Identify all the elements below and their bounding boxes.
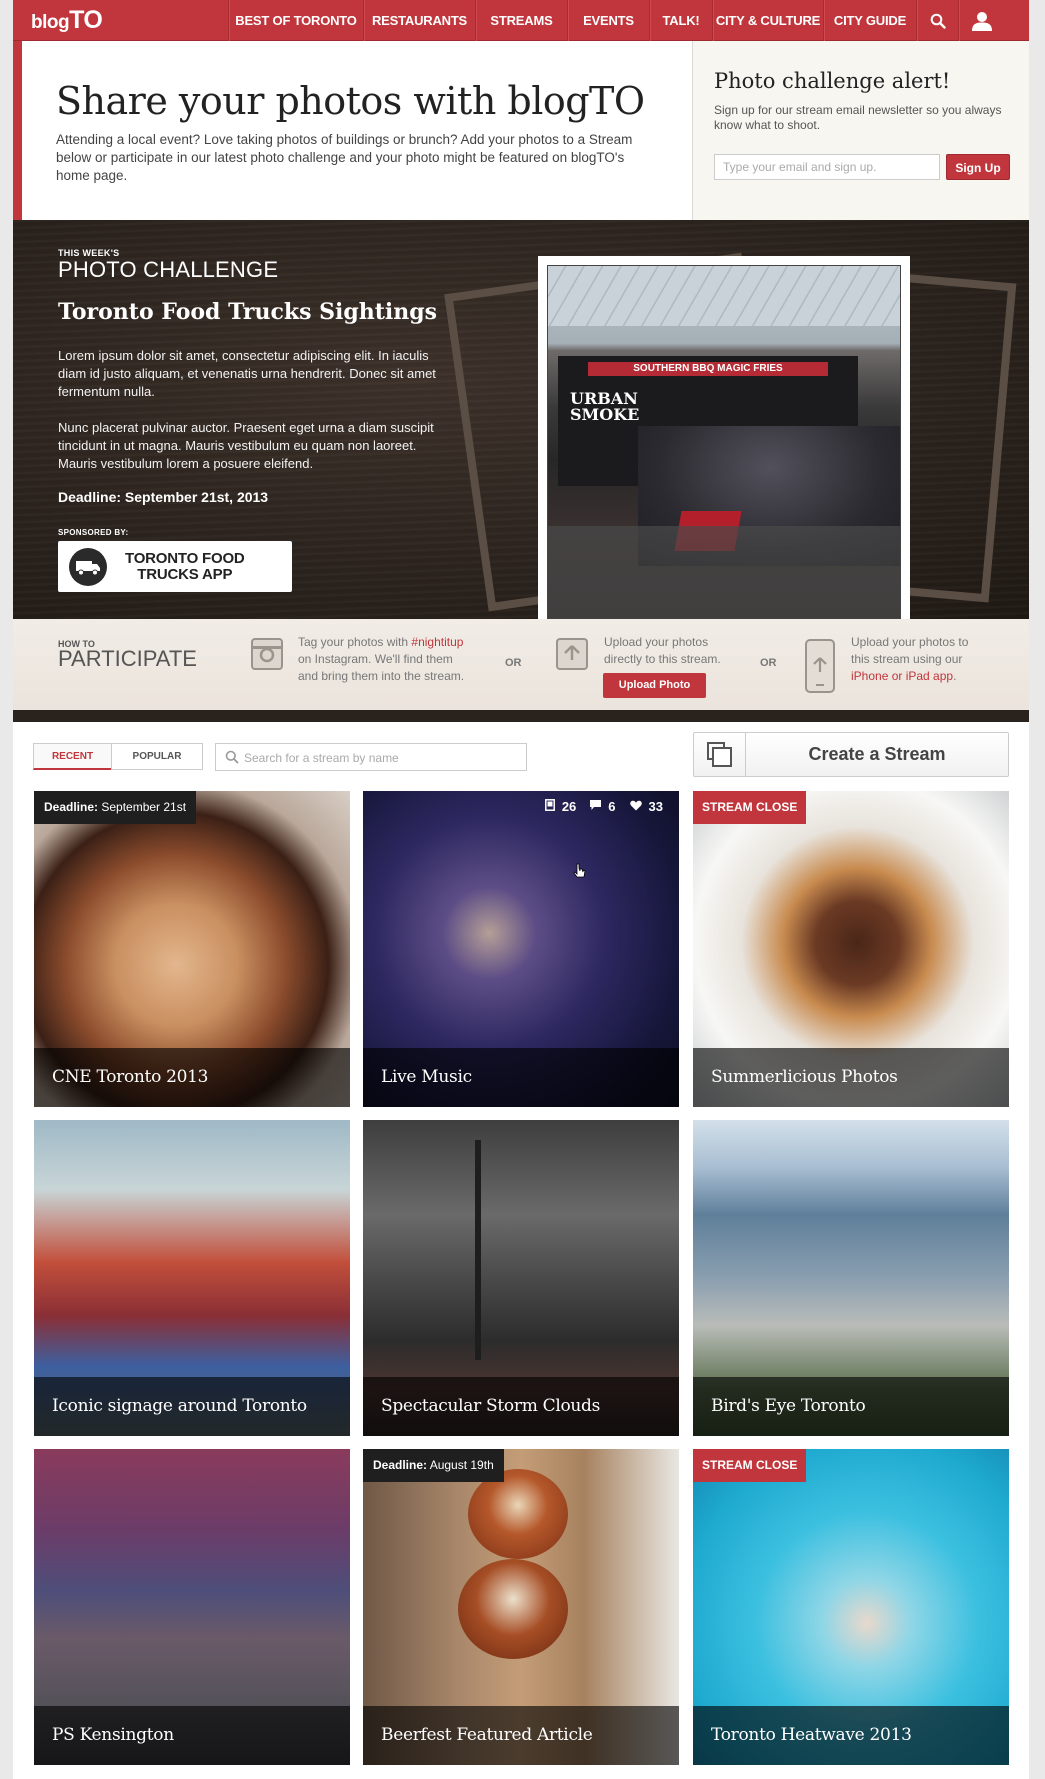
alert-title: Photo challenge alert!: [714, 69, 951, 93]
step-upload-text: Upload your photos directly to this stre…: [604, 635, 721, 666]
stream-card[interactable]: Bird's Eye Toronto: [693, 1120, 1009, 1436]
top-nav: blogTO BEST OF TORONTO RESTAURANTS STREA…: [13, 0, 1029, 41]
nav-item-talk[interactable]: TALK!: [649, 0, 712, 41]
or-separator: OR: [505, 657, 522, 669]
search-input[interactable]: Search for a stream by name: [215, 743, 527, 771]
instagram-icon: [251, 638, 283, 670]
upload-photo-button[interactable]: Upload Photo: [603, 673, 706, 698]
stream-title: Summerlicious Photos: [693, 1048, 1009, 1107]
stream-title: Spectacular Storm Clouds: [363, 1377, 679, 1436]
stream-card[interactable]: Deadline: August 19th Beerfest Featured …: [363, 1449, 679, 1765]
stream-title: Bird's Eye Toronto: [693, 1377, 1009, 1436]
stream-title: Iconic signage around Toronto: [34, 1377, 350, 1436]
participate-heading: PARTICIPATE: [58, 646, 197, 671]
heart-icon: [629, 799, 642, 814]
sponsored-by-label: SPONSORED BY:: [58, 528, 129, 537]
deadline-badge: Deadline: September 21st: [34, 791, 197, 824]
beer-glass: [458, 1559, 568, 1659]
nav-item-events[interactable]: EVENTS: [567, 0, 649, 41]
nav-item-streams[interactable]: STREAMS: [475, 0, 567, 41]
stream-card[interactable]: PS Kensington: [34, 1449, 350, 1765]
food-truck-logo-icon: [69, 547, 107, 586]
user-icon[interactable]: [958, 0, 1005, 41]
stream-title: CNE Toronto 2013: [34, 1048, 350, 1107]
cursor-icon: [573, 863, 587, 886]
stream-card[interactable]: Deadline: September 21st CNE Toronto 201…: [34, 791, 350, 1107]
sponsor-banner[interactable]: TORONTO FOOD TRUCKS APP: [58, 541, 292, 592]
stream-card[interactable]: STREAM CLOSE Toronto Heatwave 2013: [693, 1449, 1009, 1765]
tab-popular[interactable]: POPULAR: [111, 743, 203, 770]
truck-sign: SOUTHERN BBQ MAGIC FRIES: [588, 362, 828, 376]
stream-stats: 26 6 33: [544, 799, 663, 814]
tab-recent[interactable]: RECENT: [33, 743, 112, 770]
step-instagram-text: Tag your photos with #nightitup on Insta…: [298, 635, 465, 683]
search-icon: [225, 750, 239, 769]
phone-icon: [805, 639, 835, 693]
challenge-title: Toronto Food Trucks Sightings: [58, 299, 438, 325]
glass-roof: [548, 266, 900, 326]
nav-item-city-guide[interactable]: CITY GUIDE: [823, 0, 916, 41]
beer-glass: [468, 1469, 568, 1559]
challenge-paragraph: Nunc placerat pulvinar auctor. Praesent …: [58, 420, 434, 471]
photo-challenge-alert: Photo challenge alert! Sign up for our s…: [693, 41, 1029, 220]
sign-up-button[interactable]: Sign Up: [946, 154, 1010, 180]
hero-intro: Share your photos with blogTO Attending …: [13, 41, 693, 220]
food-truck-photo: SOUTHERN BBQ MAGIC FRIES URBAN SMOKE: [547, 265, 901, 619]
nav-item-city-culture[interactable]: CITY & CULTURE: [712, 0, 823, 41]
create-stream-icon: [694, 733, 746, 776]
alert-description: Sign up for our stream email newsletter …: [714, 103, 1002, 132]
stream-title: Toronto Heatwave 2013: [693, 1706, 1009, 1765]
nav-item-restaurants[interactable]: RESTAURANTS: [363, 0, 475, 41]
iphone-app-link[interactable]: iPhone or iPad app: [851, 669, 953, 683]
blogto-logo[interactable]: blogTO: [31, 6, 103, 35]
search-placeholder: Search for a stream by name: [244, 751, 399, 765]
hero-description: Attending a local event? Love taking pho…: [56, 132, 633, 183]
create-stream-button[interactable]: Create a Stream: [693, 732, 1009, 777]
stream-close-badge: STREAM CLOSE: [693, 1449, 807, 1482]
stream-card[interactable]: STREAM CLOSE Summerlicious Photos: [693, 791, 1009, 1107]
pavement: [548, 526, 900, 618]
photo-challenge: THIS WEEK'S PHOTO CHALLENGE Toronto Food…: [13, 220, 1029, 619]
stream-title: PS Kensington: [34, 1706, 350, 1765]
comment-icon: [590, 799, 602, 814]
page-title: Share your photos with blogTO: [56, 79, 645, 123]
stream-title: Beerfest Featured Article: [363, 1706, 679, 1765]
challenge-deadline: Deadline: September 21st, 2013: [58, 489, 269, 505]
nav-menu: BEST OF TORONTO RESTAURANTS STREAMS EVEN…: [228, 0, 1005, 41]
upload-icon: [556, 638, 588, 670]
deadline-badge: Deadline: August 19th: [363, 1449, 504, 1482]
cn-tower: [475, 1140, 481, 1360]
step-app-text: Upload your photos to this stream using …: [851, 635, 969, 683]
challenge-paragraph: Lorem ipsum dolor sit amet, consectetur …: [58, 348, 436, 399]
create-stream-label: Create a Stream: [808, 744, 946, 764]
challenge-photo[interactable]: SOUTHERN BBQ MAGIC FRIES URBAN SMOKE: [538, 256, 910, 619]
nav-item-best-of-toronto[interactable]: BEST OF TORONTO: [228, 0, 363, 41]
photo-count-icon: [544, 799, 555, 814]
stream-close-badge: STREAM CLOSE: [693, 791, 807, 824]
sponsor-name: TORONTO FOOD TRUCKS APP: [125, 549, 245, 583]
stream-card[interactable]: 26 6 33 Live Music: [363, 791, 679, 1107]
or-separator: OR: [760, 657, 777, 669]
hero: Share your photos with blogTO Attending …: [13, 41, 1029, 220]
challenge-heading: PHOTO CHALLENGE: [58, 257, 279, 282]
email-field[interactable]: Type your email and sign up.: [714, 154, 940, 180]
hashtag-link[interactable]: #nightitup: [411, 635, 463, 649]
stream-card[interactable]: Spectacular Storm Clouds: [363, 1120, 679, 1436]
stream-card[interactable]: Iconic signage around Toronto: [34, 1120, 350, 1436]
search-icon[interactable]: [916, 0, 958, 41]
page: blogTO BEST OF TORONTO RESTAURANTS STREA…: [13, 0, 1029, 1779]
truck-logo-text: URBAN SMOKE: [570, 389, 640, 424]
stream-title: Live Music: [363, 1048, 679, 1107]
